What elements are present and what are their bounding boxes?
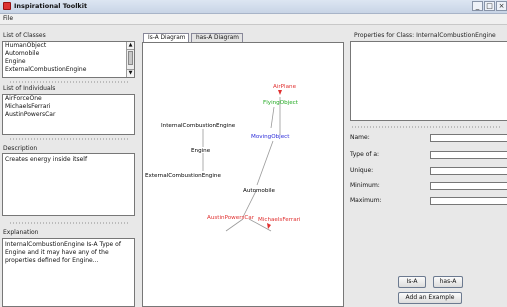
node-michaels-ferrari[interactable]: MichaelsFerrari [258, 217, 301, 223]
menu-file[interactable]: File [3, 15, 13, 22]
split-divider[interactable] [352, 126, 502, 128]
app-icon [3, 2, 11, 10]
explanation-text[interactable]: InternalCombustionEngine Is-A Type of En… [2, 238, 135, 307]
node-airplane[interactable]: AirPlane [273, 84, 297, 90]
maximum-field[interactable] [430, 197, 507, 205]
class-item-automobile[interactable]: Automobile [3, 50, 134, 58]
tab-is-a-diagram[interactable]: Is-A Diagram [143, 33, 189, 42]
diagram-canvas[interactable]: AirPlane FlyingObject MovingObject Inter… [142, 42, 344, 307]
node-moving-object[interactable]: MovingObject [251, 134, 290, 140]
menu-bar: File [0, 14, 507, 25]
name-field[interactable] [430, 134, 507, 142]
add-example-button[interactable]: Add an Example [398, 292, 462, 304]
unique-field[interactable] [430, 167, 507, 175]
class-item-externalcombustionengine[interactable]: ExternalCombustionEngine [3, 66, 134, 74]
edge-arrow-icon [278, 90, 282, 95]
type-field[interactable] [430, 151, 507, 159]
split-divider[interactable] [10, 138, 130, 140]
node-austin-powers-car[interactable]: AustinPowersCar [207, 215, 255, 221]
window-title: Inspirational Toolkit [14, 2, 88, 10]
is-a-diagram: AirPlane FlyingObject MovingObject Inter… [145, 84, 301, 232]
edge-line [256, 140, 274, 186]
node-external-combustion-engine[interactable]: ExternalCombustionEngine [145, 173, 221, 179]
classes-scrollbar[interactable]: ▲ ▼ [126, 42, 134, 77]
field-label-type: Type of a: [350, 151, 380, 158]
class-item-engine[interactable]: Engine [3, 58, 134, 66]
edge-arrow-icon [267, 223, 271, 229]
individuals-title: List of Individuals [3, 85, 56, 92]
split-divider[interactable] [10, 81, 130, 83]
explanation-title: Explanation [3, 229, 39, 236]
tab-has-a-diagram[interactable]: has-A Diagram [191, 33, 243, 42]
individual-item-airforceone[interactable]: AirForceOne [3, 95, 134, 103]
properties-title: Properties for Class: InternalCombustion… [354, 32, 496, 39]
individual-item-austinpowerscar[interactable]: AustinPowersCar [3, 111, 134, 119]
class-item-humanobject[interactable]: HumanObject [3, 42, 134, 50]
scroll-up-icon[interactable]: ▲ [127, 42, 134, 50]
close-button[interactable]: × [496, 1, 507, 11]
node-engine[interactable]: Engine [191, 148, 211, 154]
field-label-maximum: Maximum: [350, 197, 382, 204]
minimum-field[interactable] [430, 182, 507, 190]
minimize-button[interactable]: _ [472, 1, 483, 11]
field-label-unique: Unique: [350, 167, 374, 174]
edge-line [270, 106, 275, 129]
scroll-thumb[interactable] [128, 51, 133, 65]
individuals-list[interactable]: AirForceOne MichaelsFerrari AustinPowers… [2, 94, 135, 135]
field-label-minimum: Minimum: [350, 182, 380, 189]
properties-list[interactable] [350, 41, 507, 121]
has-a-button[interactable]: has-A [433, 276, 463, 288]
node-internal-combustion-engine[interactable]: InternalCombustionEngine [161, 123, 236, 129]
edge-line [242, 190, 257, 218]
is-a-button[interactable]: Is-A [398, 276, 426, 288]
node-automobile[interactable]: Automobile [243, 188, 276, 194]
individual-item-michaelsferrari[interactable]: MichaelsFerrari [3, 103, 134, 111]
classes-title: List of Classes [3, 32, 46, 39]
classes-list[interactable]: HumanObject Automobile Engine ExternalCo… [2, 41, 135, 78]
scroll-down-icon[interactable]: ▼ [127, 69, 134, 77]
node-flying-object[interactable]: FlyingObject [263, 100, 299, 106]
split-divider[interactable] [10, 222, 130, 224]
description-title: Description [3, 145, 38, 152]
description-text[interactable]: Creates energy inside itself [2, 153, 135, 216]
maximize-button[interactable]: □ [484, 1, 495, 11]
title-bar: Inspirational Toolkit _ □ × [0, 0, 507, 14]
field-label-name: Name: [350, 134, 370, 141]
